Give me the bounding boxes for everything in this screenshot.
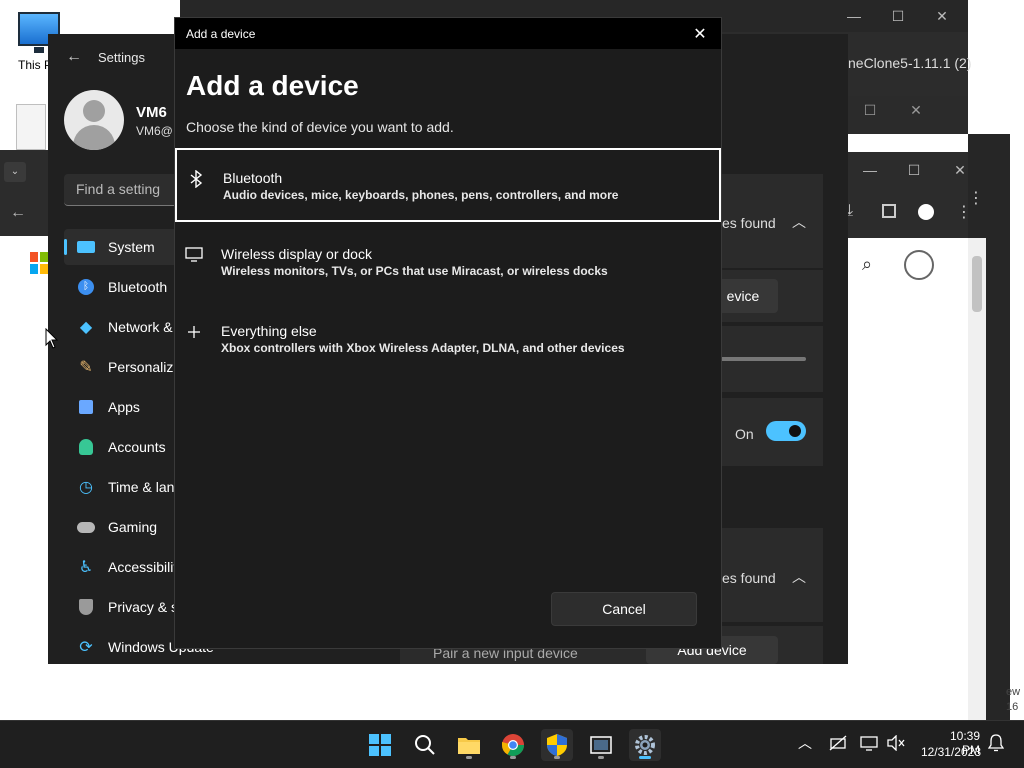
bluetooth-toggle[interactable] xyxy=(766,421,806,441)
update-icon: ⟳ xyxy=(79,639,93,656)
sidebar-item-label: Bluetooth xyxy=(108,279,168,295)
sidebar-item-label: Time & lan xyxy=(108,479,175,495)
option-title: Wireless display or dock xyxy=(221,246,372,262)
sidebar-item-label: Privacy & s xyxy=(108,599,179,615)
option-bluetooth[interactable]: Bluetooth Audio devices, mice, keyboards… xyxy=(175,148,721,222)
option-description: Xbox controllers with Xbox Wireless Adap… xyxy=(221,341,625,355)
start-icon[interactable] xyxy=(364,729,396,761)
side-panel: ⋮ xyxy=(968,134,1010,720)
maximize-icon[interactable]: ☐ xyxy=(892,154,936,186)
option-title: Bluetooth xyxy=(223,170,283,186)
settings-gear-icon[interactable] xyxy=(629,729,661,761)
cancel-button[interactable]: Cancel xyxy=(551,592,697,626)
security-shield-icon[interactable] xyxy=(541,729,573,761)
user-name: VM6 xyxy=(136,104,167,121)
taskbar: ︿ xyxy=(0,720,1024,768)
chevron-up-icon[interactable]: ︿ xyxy=(798,733,812,753)
chevron-down-icon[interactable]: ⌄ xyxy=(4,162,26,182)
back-arrow-icon[interactable]: ← xyxy=(10,204,26,222)
accessibility-icon: ♿ xyxy=(78,559,94,576)
toggle-label: On xyxy=(735,426,754,442)
maximize-icon[interactable]: ☐ xyxy=(876,0,920,32)
notification-bell-icon[interactable] xyxy=(987,734,1005,755)
chrome-icon[interactable] xyxy=(497,729,529,761)
option-title: Everything else xyxy=(221,323,317,339)
microsoft-logo-icon xyxy=(30,252,48,274)
dialog-titlebar: Add a device ✕ xyxy=(175,18,721,49)
sidebar-item-label: Accessibilit xyxy=(108,559,178,575)
back-arrow-icon[interactable]: ← xyxy=(66,48,82,66)
add-device-dialog: Add a device ✕ Add a device Choose the k… xyxy=(174,17,722,649)
sidebar-item-label: Network & xyxy=(108,319,173,335)
monitor-icon[interactable] xyxy=(860,735,878,754)
network-icon: ◆ xyxy=(79,319,93,336)
document-thumbnail xyxy=(16,104,46,150)
minimize-icon[interactable]: — xyxy=(832,0,876,32)
background-window-controls: — ☐ ✕ xyxy=(832,0,968,34)
network-disconnected-icon[interactable] xyxy=(829,735,847,754)
system-icon xyxy=(76,237,96,257)
settings-title: Settings xyxy=(98,50,145,65)
scrollbar[interactable] xyxy=(968,238,986,720)
monitor-icon xyxy=(185,246,203,264)
left-browser-toolbar: ⌄ ← xyxy=(0,150,50,236)
option-wireless-display[interactable]: Wireless display or dock Wireless monito… xyxy=(175,226,721,300)
close-icon[interactable]: ✕ xyxy=(687,23,713,45)
close-icon[interactable]: ✕ xyxy=(920,0,964,32)
account-icon[interactable] xyxy=(904,250,934,280)
brush-icon: ✎ xyxy=(79,359,93,376)
maximize-icon[interactable]: ☐ xyxy=(848,94,892,126)
sidebar-item-label: System xyxy=(108,239,155,255)
volume-slider[interactable] xyxy=(720,357,806,361)
dialog-heading: Add a device xyxy=(186,70,359,101)
clock-date[interactable]: 12/31/2023 xyxy=(915,745,981,759)
sidebar-item-label: Accounts xyxy=(108,439,166,455)
gamepad-icon xyxy=(76,517,96,537)
more-icon[interactable]: ⋮ xyxy=(968,188,984,208)
shield-icon xyxy=(76,597,96,617)
clock-icon: ◷ xyxy=(79,479,93,496)
minimize-icon[interactable]: — xyxy=(848,154,892,186)
media-player-icon[interactable] xyxy=(585,729,617,761)
mouse-cursor-icon xyxy=(45,327,59,355)
sidebar-icon[interactable] xyxy=(882,204,896,218)
search-icon[interactable]: ⌕ xyxy=(862,254,872,275)
apps-icon xyxy=(76,397,96,417)
dialog-title: Add a device xyxy=(186,27,256,41)
close-icon[interactable]: ✕ xyxy=(894,94,938,126)
option-everything-else[interactable]: Everything else Xbox controllers with Xb… xyxy=(175,303,721,377)
background-window-title: neClone5-1.11.1 (2) xyxy=(848,55,972,71)
option-description: Wireless monitors, TVs, or PCs that use … xyxy=(221,264,608,278)
file-explorer-icon[interactable] xyxy=(453,729,485,761)
sidebar-item-label: Apps xyxy=(108,399,140,415)
sidebar-item-label: Personaliza xyxy=(108,359,182,375)
accounts-icon xyxy=(76,437,96,457)
avatar[interactable] xyxy=(64,90,124,150)
sidebar-item-label: Gaming xyxy=(108,519,158,535)
bluetooth-icon: ᛒ xyxy=(76,277,96,297)
dialog-subtitle: Choose the kind of device you want to ad… xyxy=(186,119,454,135)
search-icon[interactable] xyxy=(409,729,441,761)
bluetooth-icon xyxy=(187,170,205,188)
profile-icon[interactable] xyxy=(918,204,934,220)
desktop-icon-label: This P xyxy=(18,58,53,72)
chevron-up-icon[interactable]: ︿ xyxy=(792,567,806,587)
plus-icon xyxy=(185,323,203,341)
option-description: Audio devices, mice, keyboards, phones, … xyxy=(223,188,619,202)
chevron-up-icon[interactable]: ︿ xyxy=(792,212,806,232)
user-email: VM6@ xyxy=(136,124,173,138)
volume-muted-icon[interactable] xyxy=(887,734,905,754)
